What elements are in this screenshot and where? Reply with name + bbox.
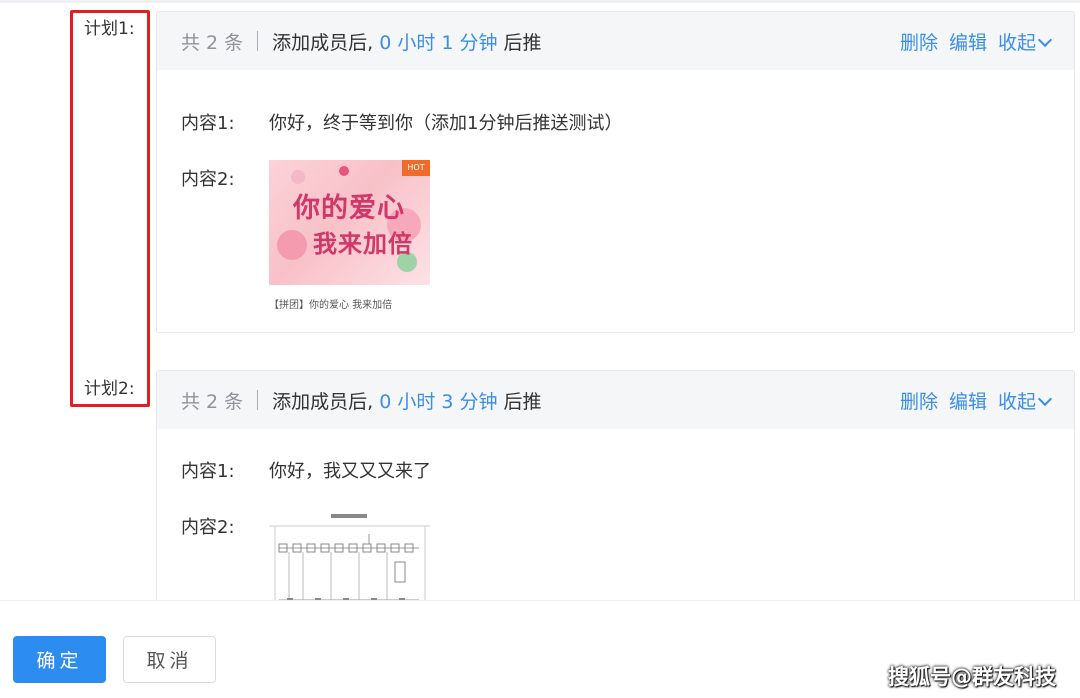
message-count: 共 2 条 bbox=[181, 31, 244, 54]
plan-1-header: 共 2 条 添加成员后, 0 小时 1 分钟 后推 删除 编辑 收起 bbox=[157, 12, 1074, 70]
edit-button[interactable]: 编辑 bbox=[949, 387, 987, 414]
content-2-image[interactable]: HOT 你的爱心 我来加倍 bbox=[269, 160, 430, 285]
delay-value: 0 小时 3 分钟 bbox=[379, 390, 498, 413]
dialog-footer: 确定 取消 搜狐号@群友科技 bbox=[0, 600, 1080, 698]
header-divider bbox=[257, 390, 259, 410]
content-1-text: 你好，终于等到你（添加1分钟后推送测试） bbox=[269, 113, 623, 134]
plan-editor-page: 计划1: 计划2: 共 2 条 添加成员后, 0 小时 1 分钟 后推 删除 编… bbox=[0, 0, 1080, 698]
collapse-button[interactable]: 收起 bbox=[997, 28, 1053, 55]
collapse-label: 收起 bbox=[997, 31, 1036, 54]
heart-decoration bbox=[339, 166, 349, 176]
cancel-button[interactable]: 取消 bbox=[123, 636, 216, 683]
plan-2-body: 内容1: 你好，我又又又来了 内容2: bbox=[157, 429, 1074, 609]
content-2-row: 内容2: bbox=[181, 165, 269, 191]
delete-button[interactable]: 删除 bbox=[900, 387, 938, 414]
image-title-line1: 你的爱心 bbox=[293, 193, 405, 224]
flower-decoration bbox=[291, 170, 305, 184]
collapse-label: 收起 bbox=[997, 390, 1036, 413]
content-1-text: 你好，我又又又来了 bbox=[269, 461, 431, 482]
content-2-key: 内容2: bbox=[181, 169, 235, 190]
header-divider bbox=[257, 31, 259, 51]
plan-1-card: 共 2 条 添加成员后, 0 小时 1 分钟 后推 删除 编辑 收起 内容1: 你… bbox=[156, 11, 1075, 333]
content-1-key: 内容1: bbox=[181, 113, 235, 134]
delay-prefix: 添加成员后, bbox=[272, 31, 374, 54]
collapse-button[interactable]: 收起 bbox=[997, 387, 1053, 414]
content-1-row: 内容1: 你好，我又又又来了 bbox=[181, 457, 431, 483]
plan-2-header: 共 2 条 添加成员后, 0 小时 3 分钟 后推 删除 编辑 收起 bbox=[157, 371, 1074, 429]
plan-2-actions: 删除 编辑 收起 bbox=[900, 387, 1074, 414]
message-count: 共 2 条 bbox=[181, 390, 244, 413]
confirm-button[interactable]: 确定 bbox=[13, 636, 106, 683]
plan-1-body: 内容1: 你好，终于等到你（添加1分钟后推送测试） 内容2: HOT 你的爱心 我… bbox=[157, 70, 1074, 332]
hot-badge: HOT bbox=[402, 160, 430, 176]
chevron-down-icon bbox=[1037, 32, 1053, 47]
watermark: 搜狐号@群友科技 bbox=[888, 665, 1056, 689]
delay-suffix: 后推 bbox=[503, 390, 542, 413]
content-1-row: 内容1: 你好，终于等到你（添加1分钟后推送测试） bbox=[181, 109, 622, 135]
flower-decoration bbox=[277, 230, 307, 260]
plan-2-card: 共 2 条 添加成员后, 0 小时 3 分钟 后推 删除 编辑 收起 内容1: 你… bbox=[156, 370, 1075, 610]
top-divider bbox=[0, 0, 1080, 3]
delay-prefix: 添加成员后, bbox=[272, 390, 374, 413]
highlight-box bbox=[70, 10, 150, 407]
image-title-line2: 我来加倍 bbox=[313, 230, 413, 258]
edit-button[interactable]: 编辑 bbox=[949, 28, 987, 55]
content-2-key: 内容2: bbox=[181, 517, 235, 538]
delay-suffix: 后推 bbox=[503, 31, 542, 54]
content-1-key: 内容1: bbox=[181, 461, 235, 482]
delay-value: 0 小时 1 分钟 bbox=[379, 31, 498, 54]
content-2-row: 内容2: bbox=[181, 513, 269, 539]
chevron-down-icon bbox=[1037, 391, 1053, 406]
content-2-image[interactable] bbox=[269, 514, 430, 609]
flowchart-thumbnail bbox=[269, 514, 430, 609]
image-caption: 【拼团】你的爱心 我来加倍 bbox=[269, 300, 393, 311]
delete-button[interactable]: 删除 bbox=[900, 28, 938, 55]
plan-1-actions: 删除 编辑 收起 bbox=[900, 28, 1074, 55]
